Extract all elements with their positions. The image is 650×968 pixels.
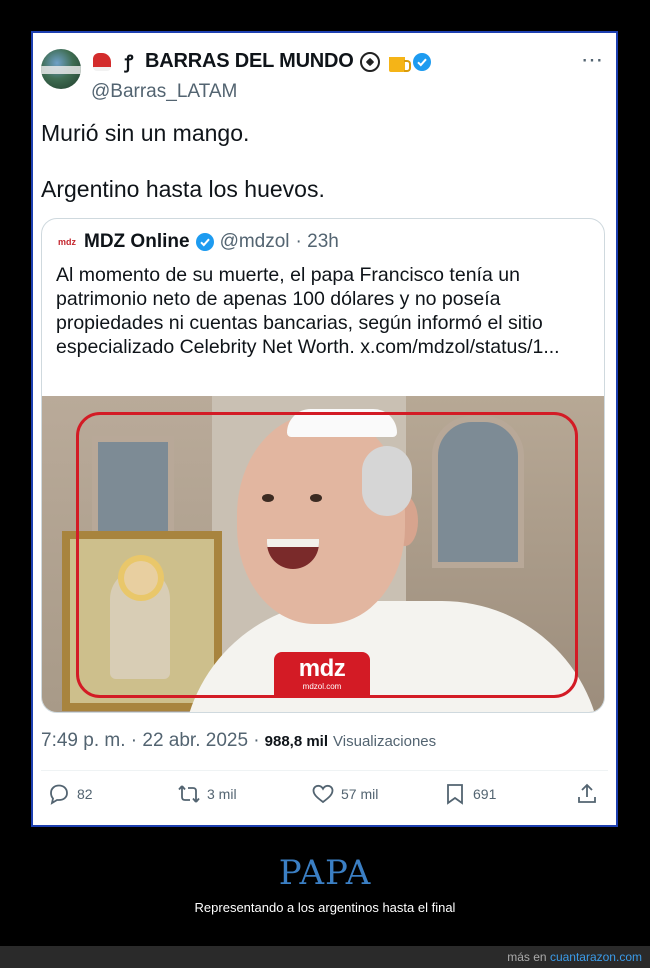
timestamp[interactable]: 7:49 p. m. · 22 abr. 2025 ·: [41, 730, 260, 752]
like-button[interactable]: 57 mil: [311, 777, 378, 811]
quoted-handle: @mdzol: [219, 231, 290, 252]
mdz-watermark-logo: mdz: [298, 655, 346, 682]
site-link[interactable]: cuantarazon.com: [550, 950, 642, 964]
tweet-card: ꝭ BARRAS DEL MUNDO @Barras_LATAM ⋯ Murió…: [33, 33, 616, 825]
views-count: 988,8 mil: [264, 733, 329, 750]
tweet-meta: 7:49 p. m. · 22 abr. 2025 · 988,8 mil Vi…: [41, 730, 436, 752]
site-credit-prefix: más en: [507, 950, 547, 964]
author-handle[interactable]: @Barras_LATAM: [91, 81, 237, 103]
bookmark-icon: [447, 784, 463, 805]
mdz-logo-icon: mdz: [58, 237, 76, 247]
quoted-author-row: mdz MDZ Online @mdzol · 23h: [56, 231, 339, 253]
retweet-icon: [178, 785, 200, 803]
quoted-age: · 23h: [295, 231, 339, 252]
mdz-watermark: mdz mdzol.com: [274, 652, 370, 696]
post-title: PAPA: [278, 853, 372, 893]
retweet-button[interactable]: 3 mil: [177, 777, 237, 811]
divider: [41, 770, 608, 771]
post-subtitle: Representando a los argentinos hasta el …: [194, 900, 456, 915]
heart-icon: [312, 784, 334, 804]
like-count: 57 mil: [341, 786, 379, 802]
tweet-text: Murió sin un mango. Argentino hasta los …: [41, 120, 325, 202]
quoted-tweet[interactable]: mdz MDZ Online @mdzol · 23h Al momento d…: [41, 218, 605, 713]
author-row: ꝭ BARRAS DEL MUNDO: [91, 50, 431, 73]
sailor-tattoo-icon: ꝭ: [124, 51, 134, 72]
site-credit: más en cuantarazon.com: [507, 950, 642, 964]
retweet-count: 3 mil: [207, 786, 237, 802]
action-bar: 82 3 mil 57 mil 691: [41, 777, 608, 811]
mdz-watermark-url: mdzol.com: [302, 682, 342, 691]
reply-count: 82: [77, 786, 93, 802]
share-button[interactable]: [575, 777, 599, 811]
boxing-glove-icon: [91, 51, 113, 73]
share-icon: [578, 783, 596, 803]
site-footer-bar: más en cuantarazon.com: [0, 946, 650, 968]
avatar-stripe: [41, 66, 81, 74]
quoted-display-name: MDZ Online: [84, 231, 190, 252]
display-name[interactable]: BARRAS DEL MUNDO: [145, 50, 354, 73]
quoted-text: Al momento de su muerte, el papa Francis…: [56, 264, 560, 358]
verified-badge-icon: [412, 52, 431, 71]
quoted-image[interactable]: mdz mdzol.com: [42, 396, 604, 712]
more-options-icon[interactable]: ⋯: [581, 49, 604, 71]
verified-badge-icon: [195, 233, 214, 251]
soccer-ball-icon: [359, 51, 381, 73]
bookmark-button[interactable]: 691: [443, 777, 496, 811]
reply-icon: [50, 784, 68, 805]
avatar[interactable]: [41, 49, 81, 89]
bookmark-count: 691: [473, 786, 497, 802]
beer-icon: [386, 51, 411, 73]
views-label: Visualizaciones: [333, 733, 437, 750]
reply-button[interactable]: 82: [47, 777, 93, 811]
